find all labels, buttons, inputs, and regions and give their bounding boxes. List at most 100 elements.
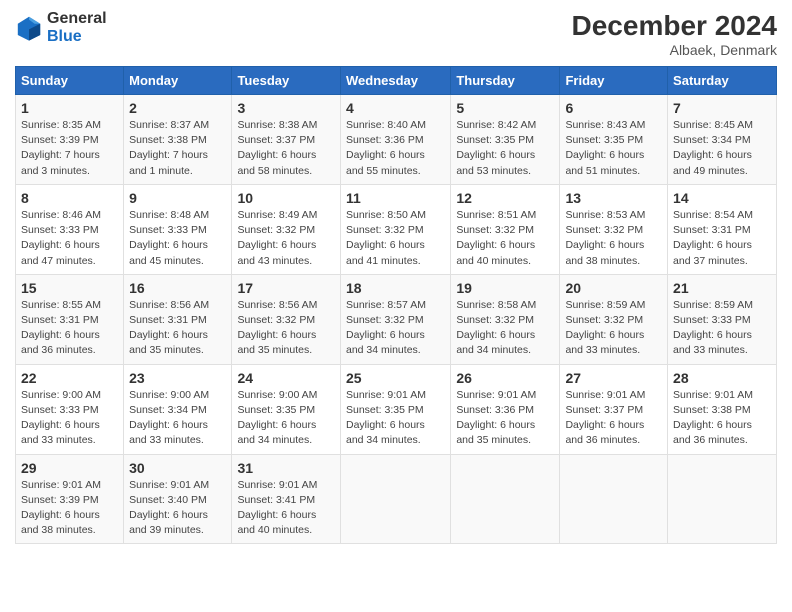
logo: General Blue	[15, 10, 107, 46]
day-number: 2	[129, 100, 226, 116]
calendar-cell: 14Sunrise: 8:54 AMSunset: 3:31 PMDayligh…	[668, 184, 777, 274]
day-number: 24	[237, 370, 335, 386]
day-info: Sunrise: 8:50 AMSunset: 3:32 PMDaylight:…	[346, 208, 445, 269]
day-info: Sunrise: 8:37 AMSunset: 3:38 PMDaylight:…	[129, 118, 226, 179]
calendar-cell	[668, 454, 777, 544]
day-number: 20	[565, 280, 662, 296]
day-number: 17	[237, 280, 335, 296]
calendar-cell: 25 Sunrise: 9:01 AMSunset: 3:35 PMDayligh…	[340, 364, 450, 454]
day-info: Sunrise: 8:49 AMSunset: 3:32 PMDaylight:…	[237, 208, 335, 269]
day-info: Sunrise: 8:58 AMSunset: 3:32 PMDaylight:…	[456, 298, 554, 359]
day-info: Sunrise: 8:38 AMSunset: 3:37 PMDaylight:…	[237, 118, 335, 179]
day-number: 5	[456, 100, 554, 116]
calendar-cell: 31Sunrise: 9:01 AMSunset: 3:41 PMDayligh…	[232, 454, 341, 544]
day-number: 10	[237, 190, 335, 206]
main-container: General Blue December 2024 Albaek, Denma…	[0, 0, 792, 554]
week-row-3: 15 Sunrise: 8:55 AMSunset: 3:31 PMDayligh…	[16, 274, 777, 364]
day-info: Sunrise: 9:01 AMSunset: 3:40 PMDaylight:…	[129, 478, 226, 539]
day-number: 25	[346, 370, 445, 386]
day-number: 22	[21, 370, 118, 386]
weekday-header-wednesday: Wednesday	[340, 67, 450, 95]
calendar-cell: 6Sunrise: 8:43 AMSunset: 3:35 PMDaylight…	[560, 95, 668, 185]
location: Albaek, Denmark	[572, 42, 777, 58]
day-number: 30	[129, 460, 226, 476]
day-info: Sunrise: 8:45 AMSunset: 3:34 PMDaylight:…	[673, 118, 771, 179]
day-info: Sunrise: 8:40 AMSunset: 3:36 PMDaylight:…	[346, 118, 445, 179]
day-number: 23	[129, 370, 226, 386]
day-number: 4	[346, 100, 445, 116]
day-number: 28	[673, 370, 771, 386]
weekday-header-friday: Friday	[560, 67, 668, 95]
calendar-cell: 27 Sunrise: 9:01 AMSunset: 3:37 PMDayligh…	[560, 364, 668, 454]
calendar-cell: 3 Sunrise: 8:38 AMSunset: 3:37 PMDaylight…	[232, 95, 341, 185]
calendar-cell: 29 Sunrise: 9:01 AMSunset: 3:39 PMDayligh…	[16, 454, 124, 544]
week-row-2: 8Sunrise: 8:46 AMSunset: 3:33 PMDaylight…	[16, 184, 777, 274]
calendar-cell: 23 Sunrise: 9:00 AMSunset: 3:34 PMDayligh…	[124, 364, 232, 454]
calendar-cell: 18 Sunrise: 8:57 AMSunset: 3:32 PMDayligh…	[340, 274, 450, 364]
calendar-cell: 1Sunrise: 8:35 AMSunset: 3:39 PMDaylight…	[16, 95, 124, 185]
day-number: 21	[673, 280, 771, 296]
logo-text: General Blue	[47, 10, 107, 46]
day-number: 27	[565, 370, 662, 386]
day-number: 3	[237, 100, 335, 116]
logo-icon	[15, 14, 43, 42]
calendar-cell: 21 Sunrise: 8:59 AMSunset: 3:33 PMDayligh…	[668, 274, 777, 364]
calendar-table: SundayMondayTuesdayWednesdayThursdayFrid…	[15, 66, 777, 544]
calendar-cell: 11 Sunrise: 8:50 AMSunset: 3:32 PMDayligh…	[340, 184, 450, 274]
day-info: Sunrise: 8:56 AMSunset: 3:31 PMDaylight:…	[129, 298, 226, 359]
day-number: 1	[21, 100, 118, 116]
calendar-cell: 2 Sunrise: 8:37 AMSunset: 3:38 PMDaylight…	[124, 95, 232, 185]
day-number: 18	[346, 280, 445, 296]
day-info: Sunrise: 8:48 AMSunset: 3:33 PMDaylight:…	[129, 208, 226, 269]
day-info: Sunrise: 8:55 AMSunset: 3:31 PMDaylight:…	[21, 298, 118, 359]
day-info: Sunrise: 9:01 AMSunset: 3:35 PMDaylight:…	[346, 388, 445, 449]
day-info: Sunrise: 8:57 AMSunset: 3:32 PMDaylight:…	[346, 298, 445, 359]
day-number: 15	[21, 280, 118, 296]
day-info: Sunrise: 9:00 AMSunset: 3:35 PMDaylight:…	[237, 388, 335, 449]
day-info: Sunrise: 8:51 AMSunset: 3:32 PMDaylight:…	[456, 208, 554, 269]
calendar-cell: 12 Sunrise: 8:51 AMSunset: 3:32 PMDayligh…	[451, 184, 560, 274]
day-number: 12	[456, 190, 554, 206]
calendar-cell: 10 Sunrise: 8:49 AMSunset: 3:32 PMDayligh…	[232, 184, 341, 274]
calendar-cell	[340, 454, 450, 544]
calendar-cell: 5 Sunrise: 8:42 AMSunset: 3:35 PMDaylight…	[451, 95, 560, 185]
day-info: Sunrise: 9:01 AMSunset: 3:39 PMDaylight:…	[21, 478, 118, 539]
day-info: Sunrise: 8:46 AMSunset: 3:33 PMDaylight:…	[21, 208, 118, 269]
day-number: 7	[673, 100, 771, 116]
day-info: Sunrise: 8:59 AMSunset: 3:33 PMDaylight:…	[673, 298, 771, 359]
calendar-cell: 13Sunrise: 8:53 AMSunset: 3:32 PMDayligh…	[560, 184, 668, 274]
day-number: 6	[565, 100, 662, 116]
calendar-cell: 28Sunrise: 9:01 AMSunset: 3:38 PMDayligh…	[668, 364, 777, 454]
day-number: 26	[456, 370, 554, 386]
day-number: 31	[237, 460, 335, 476]
day-info: Sunrise: 8:53 AMSunset: 3:32 PMDaylight:…	[565, 208, 662, 269]
day-number: 19	[456, 280, 554, 296]
calendar-cell: 8Sunrise: 8:46 AMSunset: 3:33 PMDaylight…	[16, 184, 124, 274]
day-info: Sunrise: 8:59 AMSunset: 3:32 PMDaylight:…	[565, 298, 662, 359]
calendar-cell: 16Sunrise: 8:56 AMSunset: 3:31 PMDayligh…	[124, 274, 232, 364]
weekday-header-sunday: Sunday	[16, 67, 124, 95]
calendar-cell: 26 Sunrise: 9:01 AMSunset: 3:36 PMDayligh…	[451, 364, 560, 454]
calendar-cell: 17 Sunrise: 8:56 AMSunset: 3:32 PMDayligh…	[232, 274, 341, 364]
calendar-cell: 7 Sunrise: 8:45 AMSunset: 3:34 PMDaylight…	[668, 95, 777, 185]
weekday-header-monday: Monday	[124, 67, 232, 95]
calendar-cell: 22 Sunrise: 9:00 AMSunset: 3:33 PMDayligh…	[16, 364, 124, 454]
month-title: December 2024	[572, 10, 777, 42]
weekday-header-thursday: Thursday	[451, 67, 560, 95]
day-number: 29	[21, 460, 118, 476]
calendar-cell	[451, 454, 560, 544]
calendar-cell	[560, 454, 668, 544]
day-info: Sunrise: 8:42 AMSunset: 3:35 PMDaylight:…	[456, 118, 554, 179]
calendar-cell: 20 Sunrise: 8:59 AMSunset: 3:32 PMDayligh…	[560, 274, 668, 364]
day-info: Sunrise: 9:00 AMSunset: 3:33 PMDaylight:…	[21, 388, 118, 449]
calendar-cell: 19 Sunrise: 8:58 AMSunset: 3:32 PMDayligh…	[451, 274, 560, 364]
day-info: Sunrise: 9:00 AMSunset: 3:34 PMDaylight:…	[129, 388, 226, 449]
day-info: Sunrise: 8:56 AMSunset: 3:32 PMDaylight:…	[237, 298, 335, 359]
weekday-header-row: SundayMondayTuesdayWednesdayThursdayFrid…	[16, 67, 777, 95]
day-info: Sunrise: 9:01 AMSunset: 3:37 PMDaylight:…	[565, 388, 662, 449]
day-number: 14	[673, 190, 771, 206]
calendar-cell: 15 Sunrise: 8:55 AMSunset: 3:31 PMDayligh…	[16, 274, 124, 364]
day-info: Sunrise: 9:01 AMSunset: 3:36 PMDaylight:…	[456, 388, 554, 449]
day-number: 11	[346, 190, 445, 206]
title-block: December 2024 Albaek, Denmark	[572, 10, 777, 58]
